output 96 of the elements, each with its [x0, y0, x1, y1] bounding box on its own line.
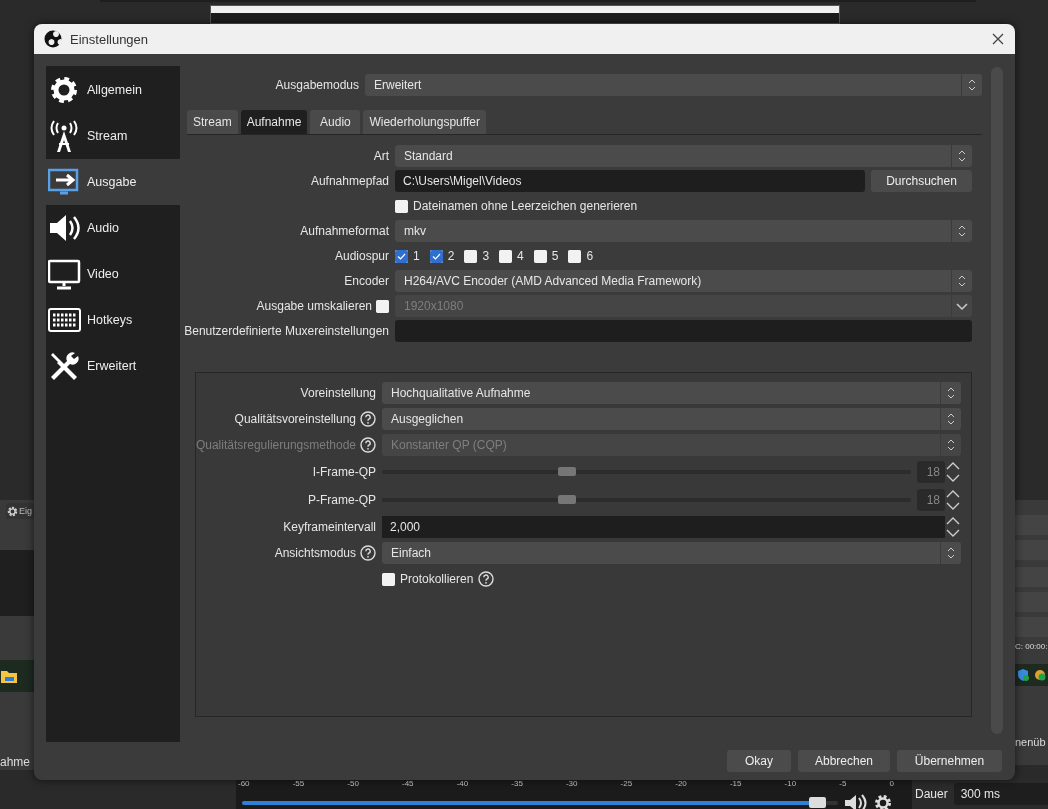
field-label: Art [372, 149, 390, 163]
meter-tick: -60 [238, 779, 250, 788]
checkbox-label: 6 [586, 249, 594, 263]
checkbox[interactable] [464, 249, 478, 263]
field-label: I-Frame-QP [311, 465, 377, 479]
dropdown[interactable]: Einfach [382, 542, 961, 564]
dialog-button[interactable]: Abbrechen [798, 749, 890, 772]
dropdown[interactable]: Standard [395, 145, 972, 167]
meter-tick: 0 [889, 779, 894, 788]
meter-tick: -40 [456, 779, 469, 788]
field-label: Dauer [915, 787, 948, 801]
spin-arrows-icon[interactable] [945, 515, 961, 539]
number-field[interactable]: 2,000 [382, 516, 945, 538]
badge-icon[interactable] [1034, 669, 1046, 681]
field-label: Qualitätsregulierungsmethode [195, 438, 356, 452]
browse-button[interactable]: Durchsuchen [871, 170, 972, 192]
sidebar-item[interactable]: Allgemein [46, 67, 180, 113]
panel-label: nenüb [1015, 736, 1046, 748]
speaker-icon[interactable] [844, 793, 868, 809]
meter-tick: -25 [620, 779, 633, 788]
sidebar-item[interactable]: Ausgabe [46, 159, 180, 205]
dropdown[interactable]: mkv [395, 220, 972, 242]
meter-tick: -30 [565, 779, 578, 788]
monitor-icon [48, 257, 81, 291]
text-field[interactable] [395, 320, 972, 342]
checkbox[interactable] [395, 249, 408, 263]
duration-field[interactable]: 300 ms [953, 783, 1048, 805]
close-icon[interactable] [991, 32, 1005, 46]
spin-arrows-icon[interactable] [945, 460, 961, 484]
tab[interactable]: Audio [310, 110, 361, 134]
field-label: Voreinstellung [299, 386, 377, 400]
help-icon[interactable] [478, 571, 495, 587]
checkbox-label: Ausgabe umskalieren [256, 299, 372, 313]
checkbox-label: 5 [551, 249, 559, 263]
gear-icon [7, 505, 18, 517]
meter-tick: -5 [839, 779, 847, 788]
sidebar-item[interactable]: Audio [46, 205, 180, 251]
list-panel [0, 550, 34, 616]
field-label: Encoder [343, 274, 390, 288]
meter-tick: -45 [401, 779, 414, 788]
number-field[interactable]: 18 [917, 461, 945, 483]
dialog-button[interactable]: Übernehmen [897, 749, 1002, 772]
meter-tick: -55 [292, 779, 305, 788]
field-label: Ansichtsmodus [274, 546, 356, 560]
field-label: Aufnahmeformat [299, 224, 390, 238]
spin-arrows-icon[interactable] [945, 488, 961, 512]
checkbox-label: 4 [517, 249, 524, 263]
checkbox-label: Protokollieren [400, 572, 474, 586]
path-field[interactable]: C:\Users\Migel\Videos [395, 170, 865, 192]
checkbox[interactable] [429, 249, 443, 263]
field-label: Qualitätsvoreinstellung [234, 412, 356, 426]
number-field[interactable]: 18 [917, 489, 945, 511]
checkbox-label: 3 [482, 249, 490, 263]
dropdown[interactable]: Ausgeglichen [382, 408, 961, 430]
checkbox-label: 2 [447, 249, 455, 263]
meter-tick: -15 [729, 779, 742, 788]
slider-thumb[interactable] [558, 495, 577, 504]
checkbox-label: Dateinamen ohne Leerzeichen generieren [413, 199, 638, 213]
meter-tick: -10 [784, 779, 797, 788]
sidebar-item[interactable]: Stream [46, 113, 180, 159]
dropdown[interactable]: Erweitert [365, 74, 982, 96]
window-title: Einstellungen [70, 31, 150, 47]
status-text: C: 00:00: [1015, 642, 1048, 651]
meter-tick: -50 [347, 779, 359, 788]
checkbox[interactable] [568, 249, 582, 263]
field-label: Aufnahmepfad [309, 174, 390, 188]
tab[interactable]: Wiederholungspuffer [363, 110, 486, 134]
properties-button[interactable]: Eig [6, 503, 34, 519]
tab[interactable]: Aufnahme [240, 110, 308, 134]
dialog-button[interactable]: Okay [727, 749, 791, 772]
meter-tick: -35 [511, 779, 523, 788]
checkbox[interactable] [395, 199, 408, 213]
field-label: P-Frame-QP [307, 493, 377, 507]
sidebar-item[interactable]: Video [46, 251, 180, 297]
dropdown[interactable]: H264/AVC Encoder (AMD Advanced Media Framework) [395, 270, 972, 292]
sidebar-item[interactable]: Hotkeys [46, 297, 180, 343]
checkbox[interactable] [533, 249, 547, 263]
meter-tick: -20 [675, 779, 687, 788]
field-label: Ausgabemodus [274, 78, 360, 92]
field-label: Keyframeintervall [282, 520, 377, 534]
app-logo-icon [44, 30, 62, 48]
field-label: Audiospur [333, 249, 390, 263]
tab[interactable]: Stream [187, 110, 238, 134]
field-label: Benutzerdefinierte Muxereinstellungen [187, 324, 390, 338]
checkbox-label: 1 [413, 249, 420, 263]
panel-label: ahme [0, 755, 31, 769]
dropdown[interactable]: Hochqualitative Aufnahme [382, 382, 961, 404]
checkbox[interactable] [499, 249, 513, 263]
help-icon[interactable] [360, 411, 376, 427]
shield-icon[interactable] [1017, 669, 1029, 681]
folder-icon[interactable] [0, 668, 18, 684]
slider-thumb[interactable] [558, 467, 577, 476]
sidebar-item[interactable]: Erweitert [46, 343, 180, 389]
settings-icon[interactable] [874, 794, 892, 809]
help-icon[interactable] [360, 545, 376, 561]
checkbox[interactable] [382, 572, 395, 586]
